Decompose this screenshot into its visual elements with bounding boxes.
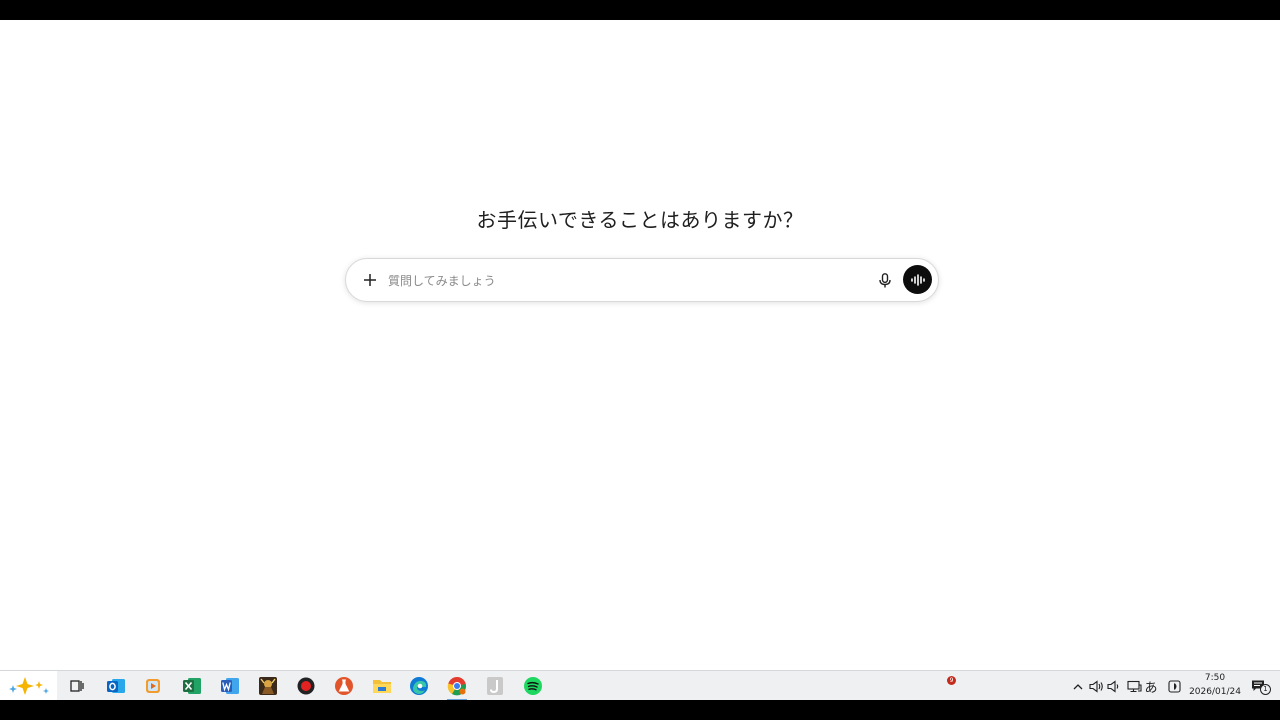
clock-time[interactable]: 7:50 — [1193, 673, 1237, 683]
flask-icon — [335, 677, 353, 695]
chevron-up-icon — [1073, 683, 1083, 689]
ime-toggle-button[interactable] — [1166, 678, 1182, 694]
edge-button[interactable] — [408, 675, 430, 697]
ime-icon — [1167, 679, 1181, 693]
bottom-black-bar — [0, 700, 1280, 720]
media-player-button[interactable] — [142, 675, 164, 697]
prompt-box — [345, 258, 939, 302]
clock-date[interactable]: 2026/01/24 — [1189, 687, 1241, 697]
volume-icon — [1106, 679, 1118, 693]
sparkle-start-icon — [8, 677, 49, 695]
add-attachment-button[interactable] — [358, 268, 382, 292]
taskbar: 9 あ 7:50 2026/01/24 1 — [0, 670, 1280, 701]
game-icon — [259, 677, 277, 695]
voice-mode-button[interactable] — [903, 265, 932, 294]
plus-icon — [364, 274, 376, 286]
speaker-icon — [1088, 679, 1103, 693]
j-app-icon — [487, 677, 503, 695]
voice-waveform-icon — [910, 273, 925, 286]
chrome-button[interactable] — [446, 675, 468, 701]
prompt-input[interactable] — [386, 267, 870, 295]
game-button[interactable] — [257, 675, 279, 697]
task-view-icon — [70, 680, 84, 692]
media-player-icon — [146, 679, 160, 693]
action-center-button[interactable]: 1 — [1250, 678, 1271, 695]
chrome-icon — [447, 677, 466, 696]
top-black-bar — [0, 0, 1280, 20]
volume-button[interactable] — [1106, 678, 1122, 694]
word-icon — [221, 678, 239, 694]
action-center-count: 1 — [1260, 684, 1271, 695]
ime-mode-indicator[interactable]: あ — [1143, 678, 1159, 696]
file-explorer-button[interactable] — [371, 675, 393, 697]
recorder-button[interactable] — [295, 675, 317, 697]
page-title: お手伝いできることはありますか？ — [476, 208, 804, 232]
spotify-icon — [524, 677, 542, 695]
edge-icon — [410, 677, 428, 695]
network-icon — [1126, 680, 1142, 692]
microphone-button[interactable] — [874, 269, 896, 291]
task-view-button[interactable] — [66, 675, 88, 697]
start-button[interactable] — [0, 671, 57, 701]
folder-icon — [373, 680, 391, 693]
notification-badge: 9 — [947, 676, 956, 685]
flask-app-button[interactable] — [333, 675, 355, 697]
chat-page: お手伝いできることはありますか？ — [0, 20, 1280, 670]
word-button[interactable] — [219, 675, 241, 697]
show-hidden-icons-button[interactable] — [1071, 678, 1085, 694]
microphone-icon — [879, 272, 891, 287]
j-app-button[interactable] — [484, 675, 506, 697]
excel-icon — [183, 678, 201, 694]
spotify-button[interactable] — [522, 675, 544, 697]
excel-button[interactable] — [181, 675, 203, 697]
record-icon — [297, 677, 315, 695]
network-button[interactable] — [1126, 678, 1142, 694]
outlook-icon — [107, 679, 125, 693]
outlook-button[interactable] — [105, 675, 127, 697]
speaker-volume-button[interactable] — [1088, 678, 1104, 694]
